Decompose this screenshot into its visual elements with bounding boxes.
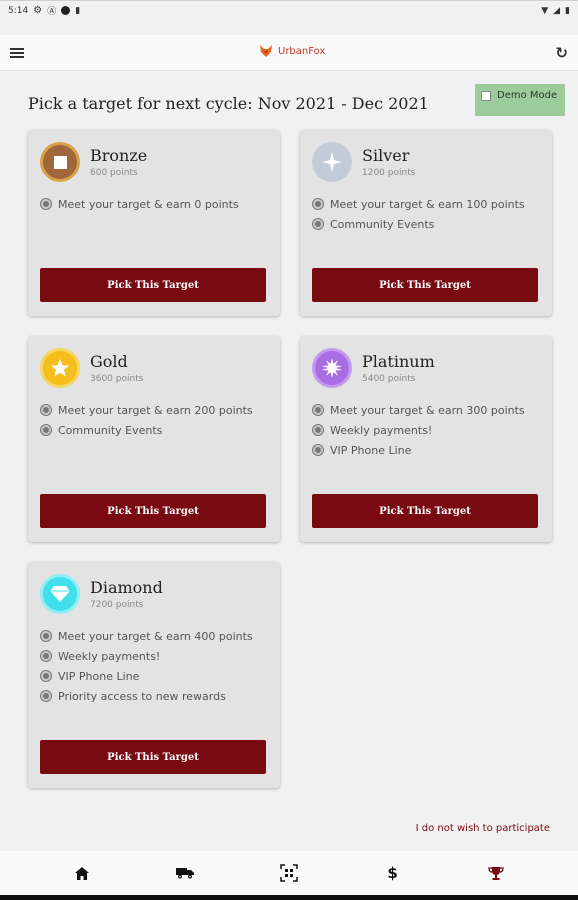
settings-status-icon: ⚙ [33, 5, 43, 16]
pick-target-button[interactable]: Pick This Target [40, 268, 266, 302]
tier-points: 7200 points [90, 600, 144, 610]
pick-target-button[interactable]: Pick This Target [40, 494, 266, 528]
tier-card-platinum: Platinum 5400 points Meet your target & … [300, 336, 552, 542]
record-status-icon [61, 6, 71, 15]
demo-mode-checkbox[interactable] [481, 91, 491, 101]
benefit-item: Weekly payments! [41, 646, 253, 666]
status-time: 5:14 [8, 5, 29, 16]
bullet-icon [313, 425, 323, 435]
benefit-item: Meet your target & earn 100 points [313, 194, 525, 214]
diamond-gem-icon [40, 574, 80, 614]
pick-target-button[interactable]: Pick This Target [312, 494, 538, 528]
bronze-square-icon [40, 142, 80, 182]
status-bar: 5:14 ⚙ Ⓐ ▮ ▼ ◢ ▮ [0, 0, 578, 20]
benefit-item: Meet your target & earn 300 points [313, 400, 525, 420]
gold-star-icon [40, 348, 80, 388]
tier-name: Platinum [362, 352, 435, 371]
benefit-item: Community Events [313, 214, 525, 234]
fox-icon [260, 45, 272, 57]
brand-logo: UrbanFox [258, 43, 325, 59]
bullet-icon [313, 445, 323, 455]
pick-target-button[interactable]: Pick This Target [40, 740, 266, 774]
system-nav-bar [0, 895, 578, 900]
benefit-list: Meet your target & earn 0 points [41, 194, 239, 214]
brand-name: UrbanFox [278, 45, 326, 57]
bullet-icon [41, 405, 51, 415]
benefit-item: Community Events [41, 420, 253, 440]
tier-points: 5400 points [362, 374, 416, 384]
tier-points: 600 points [90, 168, 138, 178]
silver-sparkle-icon [312, 142, 352, 182]
tier-card-bronze: Bronze 600 points Meet your target & ear… [28, 130, 280, 316]
benefit-item: VIP Phone Line [313, 440, 525, 460]
scan-icon[interactable] [269, 858, 309, 888]
trophy-icon[interactable] [476, 858, 516, 888]
platinum-burst-icon [312, 348, 352, 388]
benefit-list: Meet your target & earn 300 points Weekl… [313, 400, 525, 460]
demo-mode-label: Demo Mode [497, 90, 558, 101]
tier-name: Bronze [90, 146, 148, 165]
page-title: Pick a target for next cycle: Nov 2021 -… [28, 94, 429, 113]
a-circle-status-icon: Ⓐ [47, 7, 57, 17]
opt-out-link[interactable]: I do not wish to participate [416, 823, 550, 834]
truck-icon[interactable] [165, 858, 205, 888]
tier-points: 3600 points [90, 374, 144, 384]
demo-mode-toggle[interactable]: Demo Mode [475, 84, 565, 116]
benefit-item: Meet your target & earn 200 points [41, 400, 253, 420]
menu-icon[interactable] [10, 47, 24, 58]
bullet-icon [313, 199, 323, 209]
tier-card-gold: Gold 3600 points Meet your target & earn… [28, 336, 280, 542]
benefit-list: Meet your target & earn 400 points Weekl… [41, 626, 253, 706]
bullet-icon [41, 651, 51, 661]
pick-target-button[interactable]: Pick This Target [312, 268, 538, 302]
benefit-item: Meet your target & earn 400 points [41, 626, 253, 646]
sim-status-icon: ▮ [75, 5, 81, 16]
benefit-list: Meet your target & earn 200 points Commu… [41, 400, 253, 440]
tier-points: 1200 points [362, 168, 416, 178]
bullet-icon [313, 405, 323, 415]
tier-card-silver: Silver 1200 points Meet your target & ea… [300, 130, 552, 316]
bullet-icon [313, 219, 323, 229]
bullet-icon [41, 631, 51, 641]
app-bar: UrbanFox ↻ [0, 35, 578, 71]
dollar-icon[interactable]: $ [373, 858, 413, 888]
signal-status-icon: ◢ [553, 5, 561, 16]
tier-card-diamond: Diamond 7200 points Meet your target & e… [28, 562, 280, 788]
tier-name: Silver [362, 146, 410, 165]
home-icon[interactable] [62, 858, 102, 888]
wifi-status-icon: ▼ [541, 5, 549, 16]
tier-name: Gold [90, 352, 128, 371]
refresh-icon[interactable]: ↻ [555, 44, 568, 62]
battery-status-icon: ▮ [565, 5, 570, 16]
bottom-nav: $ [0, 851, 578, 895]
bullet-icon [41, 671, 51, 681]
benefit-item: Weekly payments! [313, 420, 525, 440]
bullet-icon [41, 425, 51, 435]
benefit-item: Meet your target & earn 0 points [41, 194, 239, 214]
tier-name: Diamond [90, 578, 163, 597]
bullet-icon [41, 691, 51, 701]
benefit-item: VIP Phone Line [41, 666, 253, 686]
bullet-icon [41, 199, 51, 209]
benefit-item: Priority access to new rewards [41, 686, 253, 706]
benefit-list: Meet your target & earn 100 points Commu… [313, 194, 525, 234]
